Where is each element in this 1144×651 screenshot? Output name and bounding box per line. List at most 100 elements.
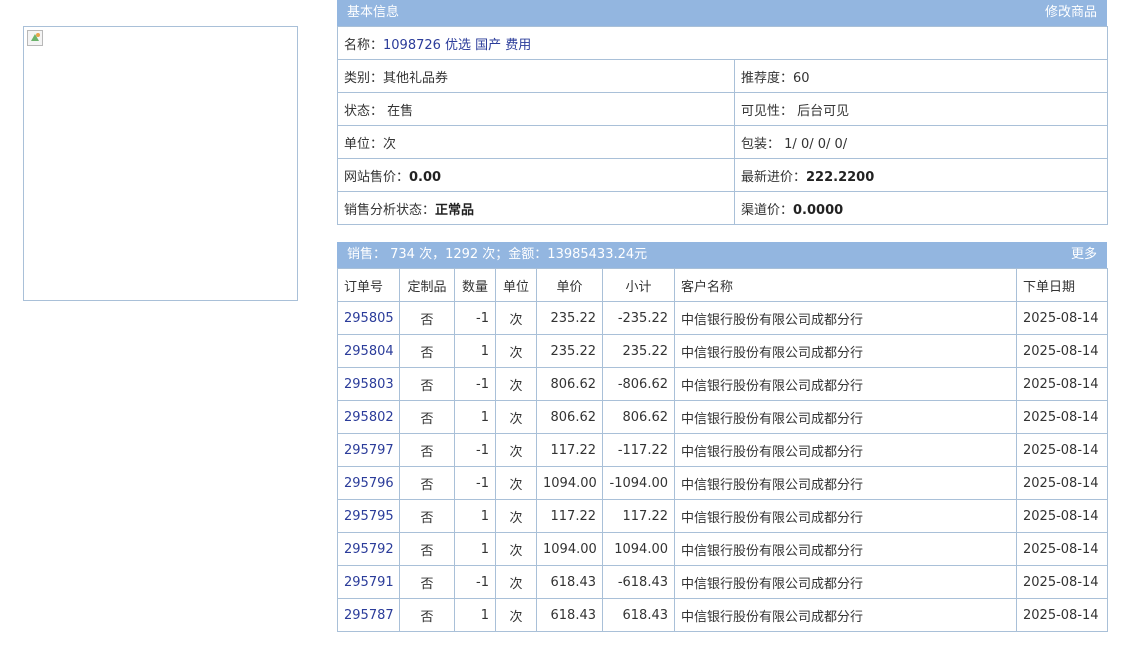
sales-summary: 销售： 734 次，1292 次；金额：13985433.24元 (347, 247, 648, 262)
order-number-link[interactable]: 295802 (344, 410, 394, 425)
unit-price-cell-td: 806.62 (536, 400, 603, 434)
product-name-link[interactable]: 1098726 优选 国产 费用 (383, 38, 531, 53)
custom-flag-cell: 否 (420, 444, 434, 460)
order-number-link[interactable]: 295805 (344, 311, 394, 326)
custom-flag-cell: 否 (420, 411, 434, 427)
site-price-value: 0.00 (409, 169, 442, 185)
product-name-cell: 名称：1098726 优选 国产 费用 (337, 26, 1108, 60)
unit-cell: 次 (509, 378, 523, 394)
sales-table-body: 295805 否 -1 次 235.22 -235.22 中信银行股份有限公司成都分行 202… (337, 301, 1108, 632)
quantity-cell-td: 1 (454, 598, 496, 632)
quantity-cell: 1 (480, 607, 489, 623)
sales-table-header-row: 订单号 定制品 数量 单位 单价 小计 客户名称 下单日期 (337, 268, 1108, 302)
subtotal-cell: 235.22 (622, 343, 669, 359)
column-header-quantity: 数量 (454, 268, 496, 302)
unit-cell: 次 (509, 411, 523, 427)
order-date-cell-td: 2025-08-14 (1016, 466, 1108, 500)
quantity-cell: -1 (476, 310, 489, 326)
edit-product-link[interactable]: 修改商品 (1045, 0, 1097, 26)
customer-name-cell-td: 中信银行股份有限公司成都分行 (674, 301, 1017, 335)
info-row-status: 状态： 在售 可见性： 后台可见 (337, 92, 1108, 126)
visibility-cell: 可见性： 后台可见 (734, 92, 1108, 126)
order-number-td: 295797 (337, 433, 400, 467)
custom-flag-cell-td: 否 (399, 598, 455, 632)
customer-name-cell: 中信银行股份有限公司成都分行 (681, 444, 864, 460)
basic-info-title: 基本信息 (347, 5, 400, 20)
subtotal-cell-td: -235.22 (602, 301, 675, 335)
order-date-cell-td: 2025-08-14 (1016, 433, 1108, 467)
custom-flag-cell-td: 否 (399, 565, 455, 599)
order-number-td: 295802 (337, 400, 400, 434)
channel-price-cell: 渠道价：0.0000 (734, 191, 1108, 225)
order-number-link[interactable]: 295787 (344, 608, 394, 623)
channel-price-value: 0.0000 (793, 202, 844, 218)
category-value: 其他礼品券 (383, 70, 449, 86)
customer-name-cell-td: 中信银行股份有限公司成都分行 (674, 367, 1017, 401)
order-date-cell-td: 2025-08-14 (1016, 334, 1108, 368)
category-label: 类别： (344, 70, 384, 86)
unit-cell: 次 (509, 345, 523, 361)
order-number-link[interactable]: 295796 (344, 476, 394, 491)
quantity-cell: 1 (480, 541, 489, 557)
unit-price-cell: 806.62 (550, 376, 597, 392)
order-number-link[interactable]: 295797 (344, 443, 394, 458)
order-number-link[interactable]: 295791 (344, 575, 394, 590)
custom-flag-cell: 否 (420, 510, 434, 526)
subtotal-cell: 806.62 (622, 409, 669, 425)
order-date-cell: 2025-08-14 (1023, 475, 1099, 491)
subtotal-cell: -806.62 (617, 376, 668, 392)
recommend-cell: 推荐度：60 (734, 59, 1108, 93)
unit-price-cell-td: 618.43 (536, 565, 603, 599)
unit-price-cell: 806.62 (550, 409, 597, 425)
customer-name-cell: 中信银行股份有限公司成都分行 (681, 543, 864, 559)
table-row: 295796 否 -1 次 1094.00 -1094.00 中信银行股份有限公司成都分行 2… (337, 466, 1108, 500)
subtotal-cell-td: 117.22 (602, 499, 675, 533)
custom-flag-cell-td: 否 (399, 400, 455, 434)
order-number-link[interactable]: 295803 (344, 377, 394, 392)
custom-flag-cell-td: 否 (399, 367, 455, 401)
order-number-link[interactable]: 295792 (344, 542, 394, 557)
order-number-td: 295787 (337, 598, 400, 632)
order-date-cell-td: 2025-08-14 (1016, 367, 1108, 401)
basic-info-header: 基本信息 修改商品 (337, 0, 1107, 26)
product-image-frame (23, 26, 298, 301)
customer-name-cell: 中信银行股份有限公司成都分行 (681, 411, 864, 427)
latest-cost-label: 最新进价： (741, 169, 807, 185)
order-number-link[interactable]: 295804 (344, 344, 394, 359)
more-link[interactable]: 更多 (1071, 242, 1097, 268)
custom-flag-cell: 否 (420, 609, 434, 625)
quantity-cell-td: 1 (454, 499, 496, 533)
unit-price-cell-td: 235.22 (536, 334, 603, 368)
order-number-link[interactable]: 295795 (344, 509, 394, 524)
unit-price-cell-td: 117.22 (536, 433, 603, 467)
broken-image-icon (27, 30, 43, 46)
quantity-cell: -1 (476, 475, 489, 491)
order-number-td: 295795 (337, 499, 400, 533)
subtotal-cell-td: 618.43 (602, 598, 675, 632)
recommend-label: 推荐度： (741, 70, 794, 86)
order-date-cell-td: 2025-08-14 (1016, 400, 1108, 434)
column-header-unit: 单位 (495, 268, 537, 302)
subtotal-cell: -618.43 (617, 574, 668, 590)
column-header-order: 订单号 (337, 268, 400, 302)
quantity-cell-td: 1 (454, 532, 496, 566)
unit-cell-td: 次 (495, 400, 537, 434)
table-row: 295795 否 1 次 117.22 117.22 中信银行股份有限公司成都分行 2025-… (337, 499, 1108, 533)
unit-cell-td: 次 (495, 301, 537, 335)
column-header-price: 单价 (536, 268, 603, 302)
info-row-sales-status: 销售分析状态：正常品 渠道价：0.0000 (337, 191, 1108, 225)
quantity-cell-td: -1 (454, 565, 496, 599)
quantity-cell-td: 1 (454, 400, 496, 434)
order-date-cell: 2025-08-14 (1023, 376, 1099, 392)
sales-header: 销售： 734 次，1292 次；金额：13985433.24元 更多 (337, 242, 1107, 268)
info-row-category: 类别：其他礼品券 推荐度：60 (337, 59, 1108, 93)
subtotal-cell: -1094.00 (609, 475, 668, 491)
table-row: 295797 否 -1 次 117.22 -117.22 中信银行股份有限公司成都分行 202… (337, 433, 1108, 467)
unit-cell-td: 次 (495, 598, 537, 632)
customer-name-cell: 中信银行股份有限公司成都分行 (681, 312, 864, 328)
subtotal-cell-td: -117.22 (602, 433, 675, 467)
subtotal-cell: 1094.00 (614, 541, 668, 557)
unit-cell: 次 (509, 543, 523, 559)
order-number-td: 295796 (337, 466, 400, 500)
unit-price-cell-td: 618.43 (536, 598, 603, 632)
